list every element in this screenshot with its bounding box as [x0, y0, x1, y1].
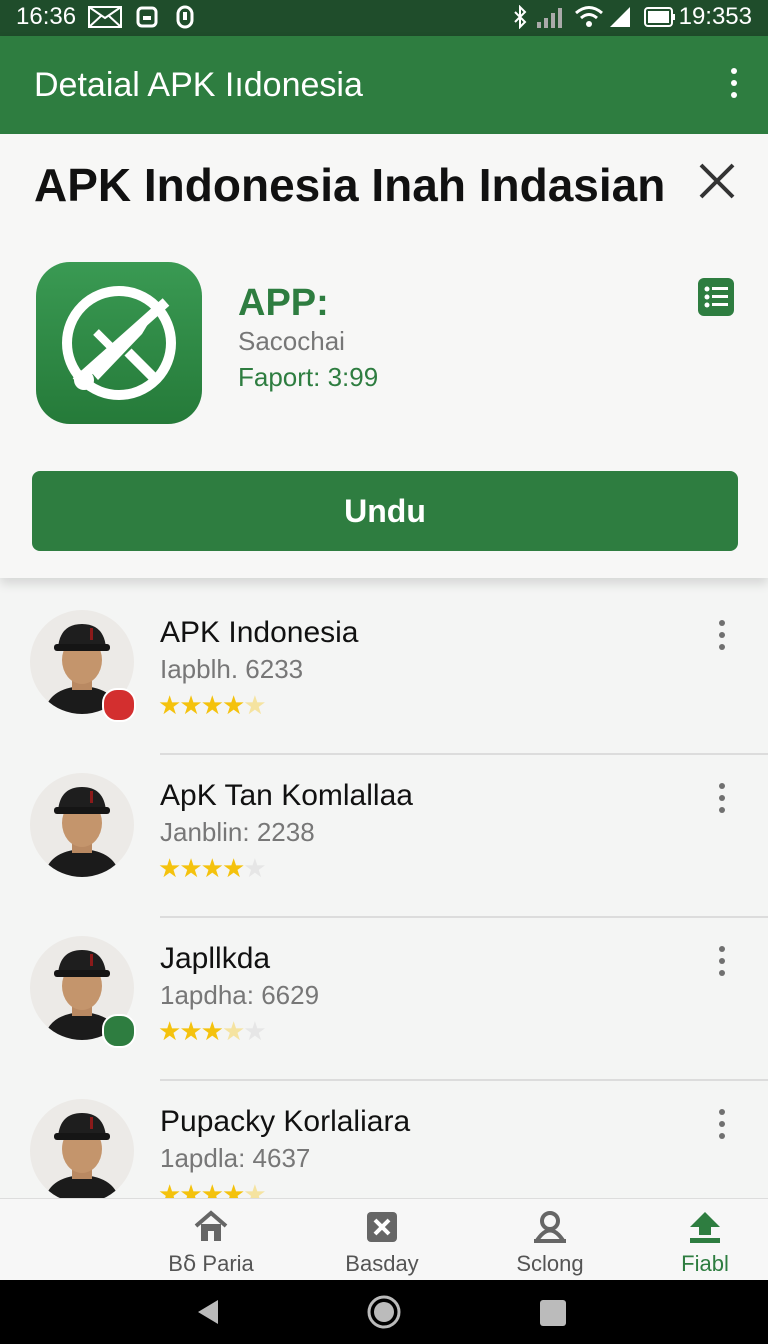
list-item[interactable]: APK Indonesia Iapblh. 6233 ★★★★★ [0, 592, 768, 755]
recents-icon[interactable] [540, 1300, 566, 1326]
more-options-icon[interactable] [712, 1109, 732, 1143]
star-icon: ★ [221, 1016, 245, 1046]
nav-label-home: Bẟ Paria [168, 1251, 254, 1276]
app-logo-icon [36, 262, 202, 424]
app-name: APK Indonesia [160, 616, 359, 649]
star-icon: ★ [158, 853, 181, 883]
star-icon: ★ [200, 1016, 224, 1046]
app-bar: Detaial APK Iıdonesia [0, 36, 768, 134]
list-item[interactable]: ApK Tan Komlallaa Janblin: 2238 ★★★★★ [0, 755, 768, 918]
close-box-icon [364, 1209, 400, 1245]
nav-label-basday: Basday [345, 1251, 419, 1276]
status-badge [102, 688, 136, 722]
cell-signal-icon [608, 4, 632, 30]
avatar [30, 1099, 134, 1203]
home-button-icon[interactable] [366, 1294, 402, 1330]
bluetooth-icon [512, 4, 528, 30]
star-icon: ★ [243, 690, 266, 720]
mail-icon [88, 4, 122, 30]
page-title: APK Indonesia Inah Indasian [34, 159, 666, 211]
star-icon: ★ [179, 853, 202, 883]
app-price: Faport: 3:99 [238, 362, 379, 392]
home-icon [193, 1209, 229, 1245]
more-options-icon[interactable] [712, 783, 732, 817]
nav-label-sclong: Sclong [516, 1251, 584, 1276]
list-item[interactable]: Japllkda 1apdha: 6629 ★★★★★ [0, 918, 768, 1081]
more-options-icon[interactable] [712, 946, 732, 980]
app-label: APP: [238, 282, 329, 324]
app-detail-card: APK Indonesia Inah Indasian APP: Sacocha… [0, 134, 768, 578]
nav-item-basday[interactable]: Basday [317, 1199, 447, 1281]
app-meta: Iapblh. 6233 [160, 654, 304, 684]
overflow-menu-icon[interactable] [724, 68, 744, 102]
app-bar-title: Detaial APK Iıdonesia [34, 66, 363, 104]
star-icon: ★ [179, 1016, 202, 1046]
nav-item-fiabl[interactable]: Fiabl [640, 1199, 768, 1281]
star-icon: ★ [221, 690, 245, 720]
close-icon[interactable] [696, 160, 738, 202]
status-badge [102, 1014, 136, 1048]
upload-icon [687, 1209, 723, 1245]
app-name: ApK Tan Komlallaa [160, 779, 413, 812]
app-subtitle: Sacochai [238, 326, 345, 356]
battery-icon [644, 4, 676, 30]
app-name: Pupacky Korlaliara [160, 1105, 411, 1138]
star-icon: ★ [200, 690, 224, 720]
back-icon[interactable] [194, 1298, 222, 1326]
system-nav-bar [0, 1280, 768, 1344]
avatar [30, 773, 134, 877]
more-options-icon[interactable] [712, 620, 732, 654]
wifi-icon [574, 4, 604, 30]
signal-bars-icon [536, 4, 562, 30]
app-name: Japllkda [160, 942, 271, 975]
bottom-nav: Bẟ Paria Basday Sclong Fiabl [0, 1198, 768, 1281]
list-icon[interactable] [698, 278, 734, 316]
star-rating: ★★★★★ [158, 690, 267, 721]
nav-item-home[interactable]: Bẟ Paria [146, 1199, 276, 1281]
nav-label-fiabl: Fiabl [681, 1251, 729, 1276]
star-icon: ★ [200, 853, 224, 883]
star-icon: ★ [158, 1016, 181, 1046]
nav-item-sclong[interactable]: Sclong [485, 1199, 615, 1281]
star-rating: ★★★★★ [158, 1016, 267, 1047]
star-rating: ★★★★★ [158, 853, 267, 884]
app-meta: Janblin: 2238 [160, 817, 315, 847]
status-bar: 16:36 19:353 [0, 0, 768, 36]
status-clock-secondary: 19:353 [678, 3, 752, 30]
person-icon [532, 1209, 568, 1245]
status-time: 16:36 [16, 3, 77, 30]
star-icon: ★ [158, 690, 181, 720]
app-meta: 1apdla: 4637 [160, 1143, 311, 1173]
star-icon: ★ [221, 853, 245, 883]
download-button[interactable]: Undu [32, 471, 738, 551]
app-meta: 1apdha: 6629 [160, 980, 320, 1010]
star-icon: ★ [243, 1016, 266, 1046]
star-icon: ★ [243, 853, 266, 883]
vpn-icon [176, 4, 194, 30]
star-icon: ★ [179, 690, 202, 720]
notification-icon [136, 4, 158, 30]
